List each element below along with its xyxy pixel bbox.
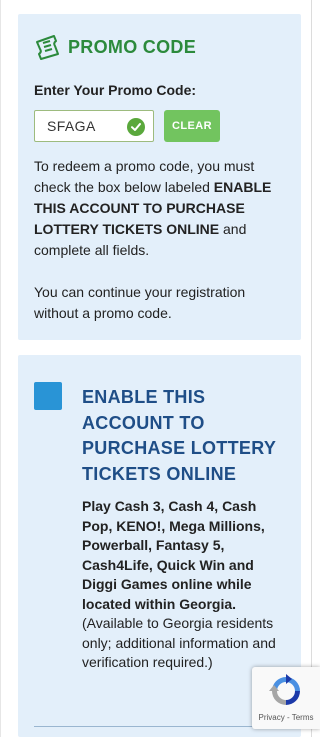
clear-button[interactable]: CLEAR [164,110,220,142]
check-circle-icon [127,118,145,136]
recaptcha-links: Privacy - Terms [252,713,320,722]
section-divider [34,726,284,727]
promo-instructions: To redeem a promo code, you must check t… [34,156,284,261]
promo-field-label: Enter Your Promo Code: [34,82,197,98]
terms-link[interactable]: Terms [292,713,314,722]
enable-purchase-description: Play Cash 3, Cash 4, Cash Pop, KENO!, Me… [82,497,282,673]
scrollbar-track[interactable] [311,0,312,737]
enable-body-bold: Play Cash 3, Cash 4, Cash Pop, KENO!, Me… [82,498,265,612]
promo-header: PROMO CODE [34,34,287,60]
enable-purchase-checkbox[interactable] [34,382,62,410]
enable-purchase-title[interactable]: ENABLE THIS ACCOUNT TO PURCHASE LOTTERY … [82,385,282,487]
privacy-link[interactable]: Privacy [259,713,285,722]
enable-body-rest: (Available to Georgia residents only; ad… [82,615,276,670]
promo-code-input[interactable]: SFAGA [34,110,154,142]
promo-note: You can continue your registration witho… [34,284,246,321]
recaptcha-badge[interactable]: Privacy - Terms [252,667,320,729]
recaptcha-logo-icon [269,674,300,705]
promo-title: PROMO CODE [68,36,197,57]
promo-code-value: SFAGA [47,118,96,134]
promo-code-card: PROMO CODE Enter Your Promo Code: SFAGA … [18,14,301,340]
link-separator: - [284,713,292,722]
page-edge-left [0,0,1,737]
promo-input-row: SFAGA CLEAR [34,110,287,142]
ticket-icon [36,35,59,60]
